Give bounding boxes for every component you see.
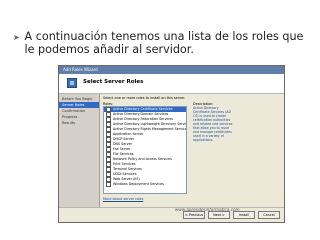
step-results[interactable]: Results bbox=[59, 120, 99, 126]
role-checkbox[interactable] bbox=[106, 182, 111, 187]
wizard-body: Before You Begin Server Roles Confirmati… bbox=[59, 94, 284, 212]
add-roles-wizard-screenshot: Add Roles Wizard Select Server Roles Bef… bbox=[58, 65, 285, 223]
next-button[interactable]: Next > bbox=[208, 211, 230, 219]
install-button[interactable]: Install bbox=[233, 211, 255, 219]
roles-list[interactable]: Active Directory Certificate Services Act… bbox=[103, 106, 187, 194]
arrow-bullet-icon: ➤ bbox=[13, 33, 20, 42]
cancel-button[interactable]: Cancel bbox=[258, 211, 280, 219]
wizard-header-title: Select Server Roles bbox=[83, 79, 144, 85]
role-label: Windows Deployment Services bbox=[113, 182, 164, 186]
wizard-header: Select Server Roles bbox=[59, 74, 284, 94]
slide: ➤ A continuación tenemos una lista de lo… bbox=[0, 0, 320, 240]
previous-button[interactable]: < Previous bbox=[183, 211, 205, 219]
wizard-steps-nav: Before You Begin Server Roles Confirmati… bbox=[59, 94, 100, 208]
window-title-bar: Add Roles Wizard bbox=[59, 66, 284, 74]
intro-text: Select one or more roles to install on t… bbox=[103, 96, 186, 100]
role-item[interactable]: Windows Deployment Services bbox=[104, 182, 186, 187]
wizard-content: Select one or more roles to install on t… bbox=[101, 94, 282, 212]
more-about-roles-link[interactable]: More about server roles bbox=[103, 197, 143, 201]
bullet-text: A continuación tenemos una lista de los … bbox=[24, 30, 304, 56]
server-roles-icon bbox=[67, 78, 77, 88]
wizard-footer: < Previous Next > Install Cancel bbox=[59, 207, 284, 222]
description-text: Active Directory Certificate Services (A… bbox=[193, 106, 233, 142]
bullet-point: ➤ A continuación tenemos una lista de lo… bbox=[13, 30, 313, 56]
